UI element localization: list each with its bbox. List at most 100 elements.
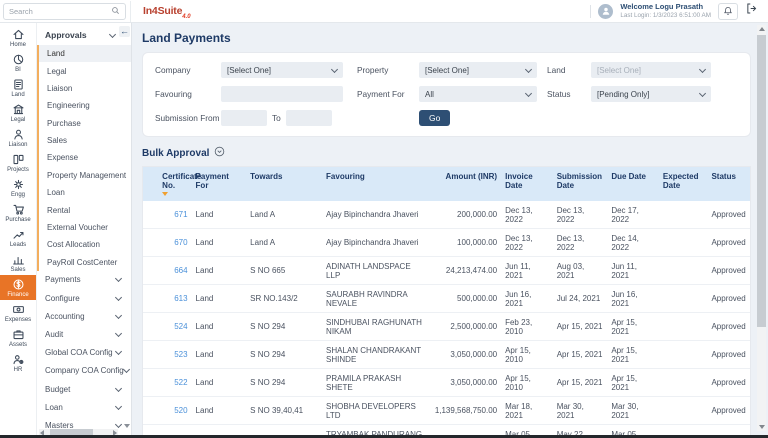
menu-group-audit[interactable]: Audit	[37, 325, 131, 343]
bulk-approval-expand-icon[interactable]	[214, 146, 225, 160]
menu-item-property-management[interactable]: Property Management	[39, 167, 131, 184]
menu-item-loan[interactable]: Loan	[39, 184, 131, 201]
payment-for-select[interactable]: All	[419, 86, 537, 102]
cell-payment-for: Land	[192, 201, 247, 229]
menu-group-accounting[interactable]: Accounting	[37, 307, 131, 325]
rail-item-assets[interactable]: Assets	[0, 325, 36, 350]
rail-item-hr[interactable]: HR	[0, 350, 36, 375]
menu-item-purchase[interactable]: Purchase	[39, 115, 131, 132]
welcome-text: Welcome Logu Prasath	[620, 3, 711, 12]
menu-group-global-coa-config[interactable]: Global COA Config	[37, 344, 131, 362]
menu-group-company-coa-config[interactable]: Company COA Config	[37, 362, 131, 380]
rail-item-liaison[interactable]: Liaison	[0, 125, 36, 150]
rail-item-expenses[interactable]: Expenses	[0, 300, 36, 325]
menu-item-sales[interactable]: Sales	[39, 132, 131, 149]
scroll-down-arrow[interactable]	[759, 425, 765, 429]
payment-for-label: Payment For	[357, 89, 419, 99]
payments-table: Certificate No.Payment ForTowardsFavouri…	[143, 167, 750, 438]
cell-towards: S NO 294	[246, 341, 322, 369]
filters-panel: Company [Select One] Property [Select On…	[142, 52, 751, 137]
rail-item-bi[interactable]: BI	[0, 50, 36, 75]
status-select[interactable]: [Pending Only]	[591, 86, 711, 102]
table-row: 664LandS NO 665ADINATH LANDSPACE LLP24,2…	[143, 257, 750, 285]
cell-expected-date	[659, 201, 708, 229]
rail-item-legal[interactable]: Legal	[0, 100, 36, 125]
cell-certificate-no[interactable]: 520	[158, 397, 191, 425]
go-button[interactable]: Go	[419, 110, 450, 126]
cell-submission-date: Mar 30, 2021	[553, 397, 608, 425]
cell-certificate-no[interactable]: 522	[158, 369, 191, 397]
rail-item-engg[interactable]: Engg	[0, 175, 36, 200]
cell-due-date: Dec 14, 2022	[607, 229, 659, 257]
cell-certificate-no[interactable]: 670	[158, 229, 191, 257]
land-select[interactable]: [Select One]	[591, 62, 711, 78]
rail-item-label: Expenses	[5, 317, 31, 323]
cell-expected-date	[659, 341, 708, 369]
menu-group-payments[interactable]: Payments	[37, 271, 131, 289]
sales-icon	[12, 253, 25, 266]
search-input[interactable]: Search	[3, 3, 126, 20]
property-select[interactable]: [Select One]	[419, 62, 537, 78]
cell-certificate-no[interactable]: 613	[158, 285, 191, 313]
column-header[interactable]: Amount (INR)	[428, 167, 501, 201]
rail-item-land[interactable]: Land	[0, 75, 36, 100]
menu-item-payroll-costcenter[interactable]: PayRoll CostCenter	[39, 254, 131, 271]
menu-item-engineering[interactable]: Engineering	[39, 97, 131, 114]
menu-item-expense[interactable]: Expense	[39, 149, 131, 166]
menu-group-budget[interactable]: Budget	[37, 380, 131, 398]
menu-item-external-voucher[interactable]: External Voucher	[39, 219, 131, 236]
cell-amount: 200,000.00	[428, 201, 501, 229]
rail-item-finance[interactable]: Finance	[0, 275, 36, 300]
filter-icon[interactable]	[162, 192, 168, 196]
rail-item-purchase[interactable]: Purchase	[0, 200, 36, 225]
column-header[interactable]: Payment For	[192, 167, 247, 201]
menu-group-configure[interactable]: Configure	[37, 289, 131, 307]
cell-certificate-no[interactable]: 664	[158, 257, 191, 285]
menu-group-loan[interactable]: Loan	[37, 398, 131, 416]
cell-towards: Land A	[246, 229, 322, 257]
rail-item-leads[interactable]: Leads	[0, 225, 36, 250]
menu-item-land[interactable]: Land	[39, 45, 131, 62]
submission-to-input[interactable]	[286, 110, 332, 126]
notifications-button[interactable]	[718, 3, 738, 20]
column-header[interactable]: Favouring	[322, 167, 428, 201]
cell-certificate-no[interactable]: 523	[158, 341, 191, 369]
logout-button[interactable]	[745, 2, 758, 20]
submission-from-input[interactable]	[221, 110, 267, 126]
company-select[interactable]: [Select One]	[221, 62, 343, 78]
search-icon[interactable]	[111, 2, 120, 20]
menu-item-cost-allocation[interactable]: Cost Allocation	[39, 236, 131, 253]
divider	[590, 5, 591, 18]
main-vscrollbar[interactable]	[757, 25, 766, 431]
column-header[interactable]: Status	[707, 167, 750, 201]
rail-item-home[interactable]: Home	[0, 25, 36, 50]
rail-item-label: Legal	[11, 117, 26, 123]
cell-payment-for: Land	[192, 369, 247, 397]
table-row: 523LandS NO 294SHALAN CHANDRAKANT SHINDE…	[143, 341, 750, 369]
column-header[interactable]: Expected Date	[659, 167, 708, 201]
cell-favouring: Ajay Bipinchandra Jhaveri	[322, 229, 428, 257]
rail-item-projects[interactable]: Projects	[0, 150, 36, 175]
menu-item-rental[interactable]: Rental	[39, 201, 131, 218]
column-header[interactable]: Submission Date	[553, 167, 608, 201]
column-header[interactable]: Certificate No.	[158, 167, 191, 201]
rail-item-sales[interactable]: Sales	[0, 250, 36, 275]
cell-certificate-no[interactable]: 524	[158, 313, 191, 341]
menu-item-legal[interactable]: Legal	[39, 62, 131, 79]
rail-item-label: Engg	[11, 192, 25, 198]
row-select-cell	[143, 285, 158, 313]
cell-payment-for: Land	[192, 341, 247, 369]
scroll-up-arrow[interactable]	[759, 27, 765, 31]
collapse-sidebar-button[interactable]: ←	[119, 26, 130, 37]
column-header[interactable]: Due Date	[607, 167, 659, 201]
column-header[interactable]: Towards	[246, 167, 322, 201]
cell-invoice-date: Feb 23, 2010	[501, 313, 553, 341]
submenu-scroll-down-arrow[interactable]	[124, 424, 130, 428]
vscroll-thumb[interactable]	[757, 35, 766, 327]
menu-item-liaison[interactable]: Liaison	[39, 80, 131, 97]
cell-certificate-no[interactable]: 671	[158, 201, 191, 229]
favouring-input[interactable]	[221, 86, 343, 102]
column-header[interactable]: Invoice Date	[501, 167, 553, 201]
menu-group-approvals[interactable]: Approvals	[37, 25, 131, 45]
cell-expected-date	[659, 313, 708, 341]
